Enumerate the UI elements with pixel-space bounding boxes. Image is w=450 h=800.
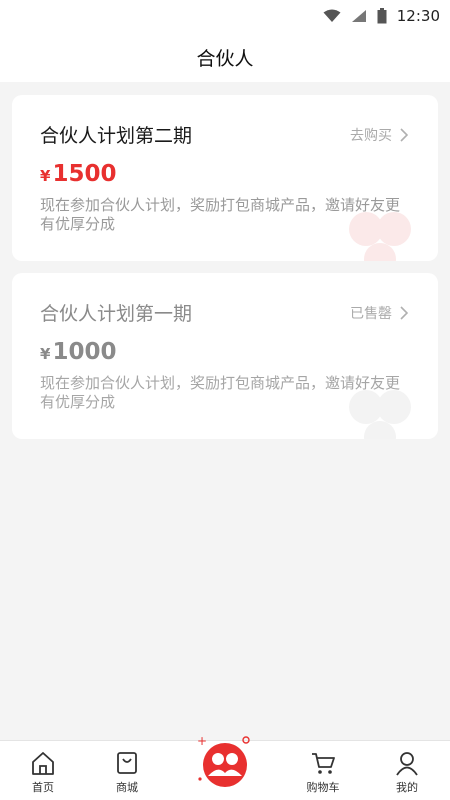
tab-cart[interactable]: 购物车 <box>288 741 358 800</box>
chevron-right-icon <box>400 128 408 142</box>
battery-icon <box>377 8 387 24</box>
page-title: 合伙人 <box>196 47 254 70</box>
tab-label: 购物车 <box>306 781 340 794</box>
partner-watermark-icon <box>349 390 411 439</box>
sold-out-status[interactable]: 已售罄 <box>350 303 408 323</box>
tab-partner[interactable]: + <box>195 733 255 793</box>
plan-card-2[interactable]: 合伙人计划第二期 去购买 ¥ 1500 现在参加合伙人计划，奖励打包商城产品，邀… <box>12 95 438 261</box>
status-bar: 12:30 <box>0 0 450 32</box>
plan-card-1[interactable]: 合伙人计划第一期 已售罄 ¥ 1000 现在参加合伙人计划，奖励打包商城产品，邀… <box>12 273 438 439</box>
currency-symbol: ¥ <box>40 167 51 185</box>
tab-label: 我的 <box>396 781 418 794</box>
currency-symbol: ¥ <box>40 345 51 363</box>
price-amount: 1500 <box>52 161 117 187</box>
tab-home[interactable]: 首页 <box>8 741 78 800</box>
price-amount: 1000 <box>52 339 117 365</box>
wifi-icon <box>323 9 341 22</box>
plan-title: 合伙人计划第二期 <box>40 125 193 147</box>
plan-price: ¥ 1000 <box>40 339 116 365</box>
svg-text:+: + <box>197 734 207 748</box>
status-time: 12:30 <box>396 7 440 25</box>
shopping-bag-icon <box>117 752 137 774</box>
plan-title: 合伙人计划第一期 <box>40 303 193 325</box>
buy-label: 去购买 <box>350 128 392 144</box>
buy-button[interactable]: 去购买 <box>350 125 408 145</box>
cart-icon <box>312 753 335 774</box>
user-icon <box>396 752 418 776</box>
sold-out-label: 已售罄 <box>350 306 392 322</box>
partner-icon: + <box>197 734 250 787</box>
chevron-right-icon <box>400 306 408 320</box>
tab-label: 首页 <box>32 781 54 794</box>
tab-mine[interactable]: 我的 <box>372 741 442 800</box>
tab-mall[interactable]: 商城 <box>92 741 162 800</box>
bottom-tab-bar: 首页 商城 + 购物车 我的 <box>0 734 450 800</box>
status-icons: 12:30 <box>323 5 440 27</box>
tab-label: 商城 <box>116 781 138 794</box>
page-header: 合伙人 <box>0 32 450 82</box>
partner-watermark-icon <box>349 212 411 261</box>
home-icon <box>32 752 54 775</box>
plan-price: ¥ 1500 <box>40 161 116 187</box>
cell-signal-icon <box>351 10 366 22</box>
